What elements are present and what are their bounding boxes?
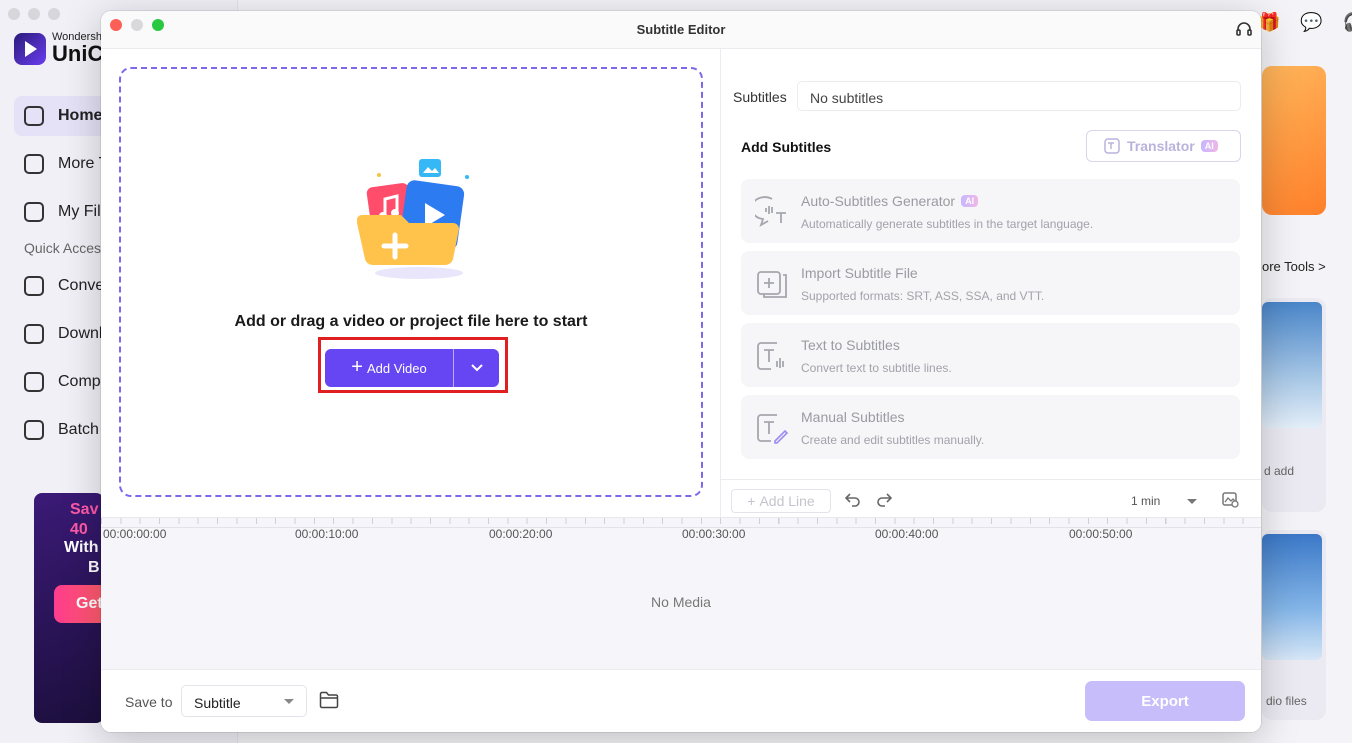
toolbox-icon [24, 154, 44, 174]
folder-icon[interactable] [319, 691, 339, 709]
chevron-down-icon [470, 364, 483, 372]
promo-get-button[interactable]: Get [54, 585, 104, 623]
timeline-tick-label: 00:00:50:00 [1069, 527, 1133, 541]
auto-subtitles-option[interactable]: Auto-Subtitles Generator AI Automatically… [741, 179, 1240, 243]
app-logo-icon [14, 32, 46, 65]
export-button[interactable]: Export [1085, 681, 1245, 721]
nav-label: Batch [58, 421, 99, 438]
timeline[interactable]: 00:00:00:00 00:00:10:00 00:00:20:00 00:0… [101, 517, 1261, 669]
subtitles-label: Subtitles [733, 89, 787, 105]
promo-line: B [88, 559, 100, 576]
plus-icon: + [351, 356, 363, 378]
promo-banner[interactable]: Sav 40 With B Get [34, 493, 104, 723]
timeline-tick-label: 00:00:30:00 [682, 527, 746, 541]
download-icon [24, 324, 44, 344]
background-tool-card[interactable]: d add [1262, 298, 1326, 512]
translate-icon [1104, 138, 1120, 154]
text-to-subtitle-icon [757, 342, 784, 370]
nav-label: Conve [58, 277, 105, 294]
option-title: Text to Subtitles [801, 337, 900, 353]
subtitles-select[interactable]: No subtitles [797, 81, 1241, 111]
zoom-value: 1 min [1131, 494, 1161, 508]
background-tool-card[interactable]: dio files [1262, 530, 1326, 720]
add-subtitles-heading: Add Subtitles [741, 139, 832, 155]
add-video-button[interactable]: + Add Video [325, 349, 453, 387]
manual-edit-icon [757, 414, 789, 444]
background-feature-card[interactable] [1262, 66, 1326, 215]
timeline-tick-label: 00:00:40:00 [875, 527, 939, 541]
option-title: Auto-Subtitles Generator [801, 193, 956, 209]
option-description: Supported formats: SRT, ASS, SSA, and VT… [801, 289, 1045, 303]
auto-subtitle-icon [755, 196, 786, 227]
title-bar: Subtitle Editor [101, 11, 1261, 49]
ai-badge: AI [1200, 140, 1218, 152]
tool-card-text: d add [1264, 464, 1295, 478]
nav-label: My Fil [58, 203, 101, 220]
caret-down-icon [1187, 499, 1197, 504]
translator-label: Translator [1127, 138, 1195, 154]
background-top-icons: 🎁 💬 🎧 [1258, 12, 1352, 33]
ai-badge: AI [961, 195, 979, 207]
add-line-label: Add Line [759, 493, 815, 509]
bottom-bar: Save to Subtitle Export [101, 669, 1261, 732]
option-title: Manual Subtitles [801, 409, 905, 425]
add-video-dropdown-button[interactable] [453, 349, 499, 387]
convert-icon [24, 276, 44, 296]
tool-card-image [1262, 534, 1322, 660]
headset-icon[interactable]: 🎧 [1343, 12, 1352, 33]
redo-icon[interactable] [875, 490, 893, 508]
subtitle-panel: Subtitles No subtitles Add Subtitles Tra… [720, 49, 1261, 517]
file-icon [24, 202, 44, 222]
undo-icon[interactable] [844, 490, 862, 508]
caret-down-icon [284, 699, 294, 704]
nav-label: Home [58, 107, 103, 124]
option-title: Import Subtitle File [801, 265, 918, 281]
compress-icon [24, 372, 44, 392]
translator-button[interactable]: Translator AI [1086, 130, 1241, 162]
plus-icon: + [747, 493, 756, 509]
save-to-select[interactable]: Subtitle [181, 685, 307, 717]
more-tools-link[interactable]: ore Tools > [1262, 259, 1326, 274]
timeline-tick-label: 00:00:00:00 [103, 527, 167, 541]
option-description: Automatically generate subtitles in the … [801, 217, 1094, 231]
window-title: Subtitle Editor [636, 22, 726, 37]
subtitle-style-icon[interactable] [1221, 490, 1239, 508]
option-description: Convert text to subtitle lines. [801, 361, 952, 375]
gift-icon[interactable]: 🎁 [1258, 12, 1280, 33]
save-to-value: Subtitle [194, 695, 241, 711]
add-media-illustration-icon [357, 159, 469, 279]
manual-subtitles-option[interactable]: Manual Subtitles Create and edit subtitl… [741, 395, 1240, 459]
add-line-button[interactable]: + Add Line [731, 489, 831, 513]
import-subtitle-option[interactable]: Import Subtitle File Supported formats: … [741, 251, 1240, 315]
tool-card-text: dio files [1266, 694, 1307, 708]
subtitle-editor-window: Subtitle Editor Add or drag a video or p… [101, 11, 1261, 732]
tool-card-image [1262, 302, 1322, 428]
timeline-tick-label: 00:00:10:00 [295, 527, 359, 541]
nav-label: Downl [58, 325, 103, 342]
chat-icon[interactable]: 💬 [1300, 12, 1322, 33]
drop-instruction-text: Add or drag a video or project file here… [234, 313, 588, 330]
promo-line: 40 [70, 521, 88, 538]
no-media-text: No Media [651, 594, 711, 610]
import-file-icon [757, 271, 787, 298]
home-icon [24, 106, 44, 126]
promo-line: With [64, 539, 99, 556]
background-window-controls [8, 8, 60, 20]
headset-icon[interactable] [1235, 20, 1253, 38]
add-video-split-button: + Add Video [325, 349, 499, 387]
timeline-zoom-select[interactable]: 1 min [1123, 490, 1203, 512]
add-video-label: Add Video [366, 360, 427, 376]
promo-line: Sav [70, 501, 99, 518]
subtitle-toolbar: + Add Line 1 min [721, 479, 1261, 517]
option-description: Create and edit subtitles manually. [801, 433, 985, 447]
image-icon [24, 420, 44, 440]
timeline-tick-label: 00:00:20:00 [489, 527, 553, 541]
save-to-label: Save to [125, 694, 173, 710]
text-to-subtitles-option[interactable]: Text to Subtitles Convert text to subtit… [741, 323, 1240, 387]
video-drop-zone[interactable]: Add or drag a video or project file here… [119, 67, 703, 497]
nav-label: Comp [58, 373, 101, 390]
